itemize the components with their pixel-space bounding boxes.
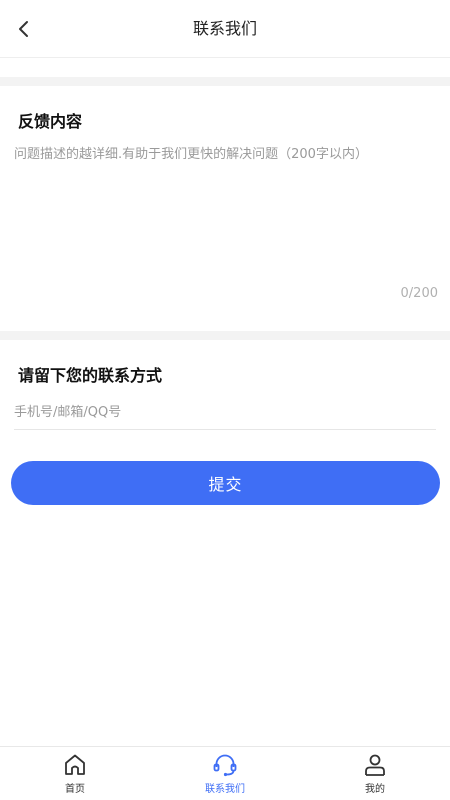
feedback-section-title: 反馈内容 [18, 112, 83, 131]
tab-profile-label: 我的 [365, 784, 385, 795]
character-counter: 0/200 [400, 286, 438, 301]
headset-icon [213, 754, 237, 777]
contact-section-title: 请留下您的联系方式 [18, 366, 163, 385]
tab-home[interactable]: 首页 [0, 747, 150, 800]
section-divider [0, 331, 450, 340]
contact-input[interactable] [14, 396, 436, 430]
page-title: 联系我们 [192, 19, 257, 38]
bottom-tab-bar: 首页 联系我们 我的 [0, 746, 450, 800]
tab-contact-label: 联系我们 [205, 784, 245, 795]
tab-home-label: 首页 [65, 784, 85, 795]
user-icon [365, 754, 385, 776]
home-icon [65, 754, 85, 775]
section-divider [0, 77, 450, 86]
top-nav-bar: 联系我们 [0, 0, 450, 58]
feedback-textarea[interactable] [14, 144, 436, 284]
tab-contact[interactable]: 联系我们 [150, 747, 300, 800]
tab-profile[interactable]: 我的 [300, 747, 450, 800]
submit-button[interactable]: 提交 [11, 461, 440, 505]
